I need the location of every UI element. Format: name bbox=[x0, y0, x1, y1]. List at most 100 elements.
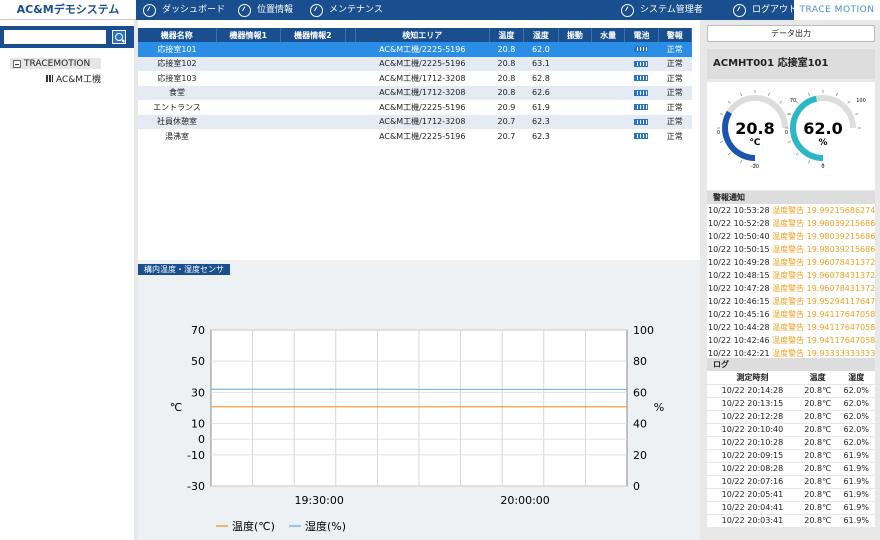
tree-root[interactable]: TRACEMOTION bbox=[10, 58, 102, 69]
wrench-icon bbox=[310, 3, 323, 17]
device-cell bbox=[280, 114, 346, 129]
device-col-0[interactable]: 機器名称 bbox=[138, 28, 217, 42]
export-button[interactable]: データ出力 bbox=[707, 25, 875, 42]
alert-item[interactable]: 10/22 10:52:28 温度警告 19.980392156863 bbox=[707, 217, 875, 230]
device-cell: 正常 bbox=[658, 42, 692, 57]
alert-time: 10/22 10:52:28 bbox=[708, 219, 773, 228]
alert-item[interactable]: 10/22 10:42:46 温度警告 19.941176470588 bbox=[707, 334, 875, 347]
device-col-10[interactable]: 警報 bbox=[658, 28, 693, 42]
right-tick-label: 20 bbox=[633, 449, 647, 462]
hum-gauge-value: 62.0 bbox=[803, 119, 842, 138]
device-cell bbox=[558, 42, 592, 57]
log-row: 10/22 20:14:28 20.8℃ 62.0% bbox=[707, 383, 875, 397]
battery-cell bbox=[624, 114, 659, 129]
log-cell: 10/22 20:04:41 bbox=[707, 500, 798, 514]
alert-item[interactable]: 10/22 10:48:15 温度警告 19.960784313725 bbox=[707, 269, 875, 282]
device-cell bbox=[558, 100, 591, 115]
right-tick-label: 100 bbox=[633, 324, 654, 337]
chart-tab[interactable]: 構内温度・湿度センサ bbox=[138, 264, 230, 275]
alert-message: 温度警告 19.992156862745 bbox=[772, 206, 875, 215]
device-col-9[interactable]: 電池 bbox=[624, 28, 659, 42]
left-tick-label: 50 bbox=[191, 355, 205, 368]
device-cell bbox=[280, 42, 346, 57]
device-row[interactable]: 食堂 AC&M工機/1712-3208 20.8 62.6 正常 bbox=[138, 85, 692, 100]
log-cell: 62.0% bbox=[837, 435, 875, 449]
device-row[interactable]: 応接室101 AC&M工機/2225-5196 20.8 62.0 正常 bbox=[138, 42, 692, 57]
device-col-6[interactable]: 湿度 bbox=[523, 28, 559, 42]
device-row[interactable]: 社員休憩室 AC&M工機/1712-3208 20.7 62.3 正常 bbox=[138, 114, 692, 129]
device-col-7[interactable]: 振動 bbox=[558, 28, 592, 42]
log-row: 10/22 20:07:16 20.8℃ 61.9% bbox=[707, 474, 875, 488]
battery-cell bbox=[625, 100, 658, 115]
alert-item[interactable]: 10/22 10:45:16 温度警告 19.941176470588 bbox=[707, 308, 875, 321]
collapse-icon[interactable] bbox=[13, 59, 21, 68]
hum-gauge-tick bbox=[847, 100, 851, 104]
search-input[interactable] bbox=[4, 30, 106, 44]
device-cell: 62.3 bbox=[523, 114, 559, 129]
alert-time: 10/22 10:49:28 bbox=[708, 258, 773, 267]
device-col-2[interactable]: 機器情報2 bbox=[280, 28, 346, 42]
device-col-5[interactable]: 温度 bbox=[489, 28, 525, 42]
temp-gauge-tick bbox=[727, 100, 731, 104]
log-table: 測定時刻 温度 湿度 10/22 20:14:28 20.8℃ 62.0% 10/22 2… bbox=[707, 371, 875, 527]
device-col-3[interactable] bbox=[345, 28, 356, 42]
device-cell: 20.8 bbox=[489, 85, 524, 100]
app-logo[interactable]: AC&Mデモシステム bbox=[0, 0, 136, 20]
device-cell: 応接室103 bbox=[157, 73, 197, 83]
alert-item[interactable]: 10/22 10:49:28 温度警告 19.960784313725 bbox=[707, 256, 875, 269]
alert-time: 10/22 10:50:40 bbox=[708, 232, 773, 241]
temp-gauge-unit: ℃ bbox=[750, 138, 761, 148]
nav-location[interactable]: 位置情報 bbox=[238, 0, 293, 20]
log-cell: 20.8℃ bbox=[797, 383, 838, 397]
alert-item[interactable]: 10/22 10:47:28 温度警告 19.960784313725 bbox=[707, 282, 875, 295]
log-cell: 20.8℃ bbox=[797, 448, 838, 462]
temp-gauge-tick bbox=[740, 92, 742, 96]
log-cell: 62.0% bbox=[837, 383, 875, 397]
device-cell bbox=[280, 56, 346, 71]
alert-message: 温度警告 19.980392156863 bbox=[772, 219, 875, 228]
device-cell: AC&M工機/1712-3208 bbox=[355, 85, 490, 100]
alert-time: 10/22 10:47:28 bbox=[708, 284, 773, 293]
log-cell: 62.0% bbox=[837, 409, 875, 423]
nav-logout[interactable]: ログアウト bbox=[733, 0, 797, 20]
nav-admin[interactable]: システム管理者 bbox=[621, 0, 703, 20]
tree-child[interactable]: AC&M工機 bbox=[46, 72, 101, 85]
alert-item[interactable]: 10/22 10:46:15 温度警告 19.952941176471 bbox=[707, 295, 875, 308]
battery-icon bbox=[634, 75, 649, 82]
legend-label-1: 湿度(%) bbox=[305, 519, 346, 533]
device-row[interactable]: エントランス AC&M工機/2225-5196 20.9 61.9 正常 bbox=[138, 100, 692, 115]
alert-item[interactable]: 10/22 10:50:40 温度警告 19.980392156863 bbox=[707, 230, 875, 243]
temp-gauge-tick bbox=[768, 92, 770, 96]
log-cell: 61.9% bbox=[837, 487, 875, 501]
temp-gauge-value: 20.8 bbox=[735, 119, 774, 138]
device-cell: 正常 bbox=[666, 102, 683, 112]
log-cell: 10/22 20:03:41 bbox=[707, 513, 798, 527]
alert-time: 10/22 10:45:16 bbox=[708, 310, 773, 319]
battery-icon bbox=[634, 89, 649, 96]
log-cell: 20.8℃ bbox=[797, 409, 838, 423]
temp-gauge-min: 0 bbox=[717, 130, 720, 136]
nav-maintenance[interactable]: メンテナンス bbox=[310, 0, 383, 20]
device-col-8[interactable]: 水量 bbox=[591, 28, 626, 42]
device-row[interactable]: 応接室102 AC&M工機/2225-5196 20.8 63.1 正常 bbox=[138, 56, 692, 71]
alert-item[interactable]: 10/22 10:50:15 温度警告 19.980392156863 bbox=[707, 243, 875, 256]
nav-dashboard[interactable]: ダッシュボード bbox=[143, 0, 225, 20]
device-col-1[interactable]: 機器情報1 bbox=[216, 28, 282, 42]
search-icon[interactable] bbox=[112, 30, 126, 44]
log-cell: 10/22 20:08:28 bbox=[707, 461, 798, 475]
log-cell: 20.8℃ bbox=[797, 435, 838, 449]
alert-item[interactable]: 10/22 10:53:28 温度警告 19.992156862745 bbox=[707, 204, 875, 217]
log-cell: 61.9% bbox=[837, 474, 875, 488]
device-cell bbox=[216, 100, 281, 115]
device-row[interactable]: 応接室103 AC&M工機/1712-3208 20.8 62.8 正常 bbox=[138, 71, 692, 86]
nav-dashboard-label: ダッシュボード bbox=[162, 5, 226, 15]
device-cell bbox=[345, 100, 355, 115]
device-col-4[interactable]: 検知エリア bbox=[355, 28, 490, 42]
device-row[interactable]: 湯沸室 AC&M工機/2225-5196 20.7 62.3 正常 bbox=[138, 129, 692, 144]
alert-item[interactable]: 10/22 10:44:28 温度警告 19.941176470588 bbox=[707, 321, 875, 334]
device-cell: 正常 bbox=[658, 85, 692, 100]
temp-gauge-tick bbox=[719, 113, 723, 115]
device-cell bbox=[216, 71, 281, 86]
device-cell: 社員休憩室 bbox=[138, 114, 217, 129]
right-tick-label: 0 bbox=[633, 480, 640, 493]
